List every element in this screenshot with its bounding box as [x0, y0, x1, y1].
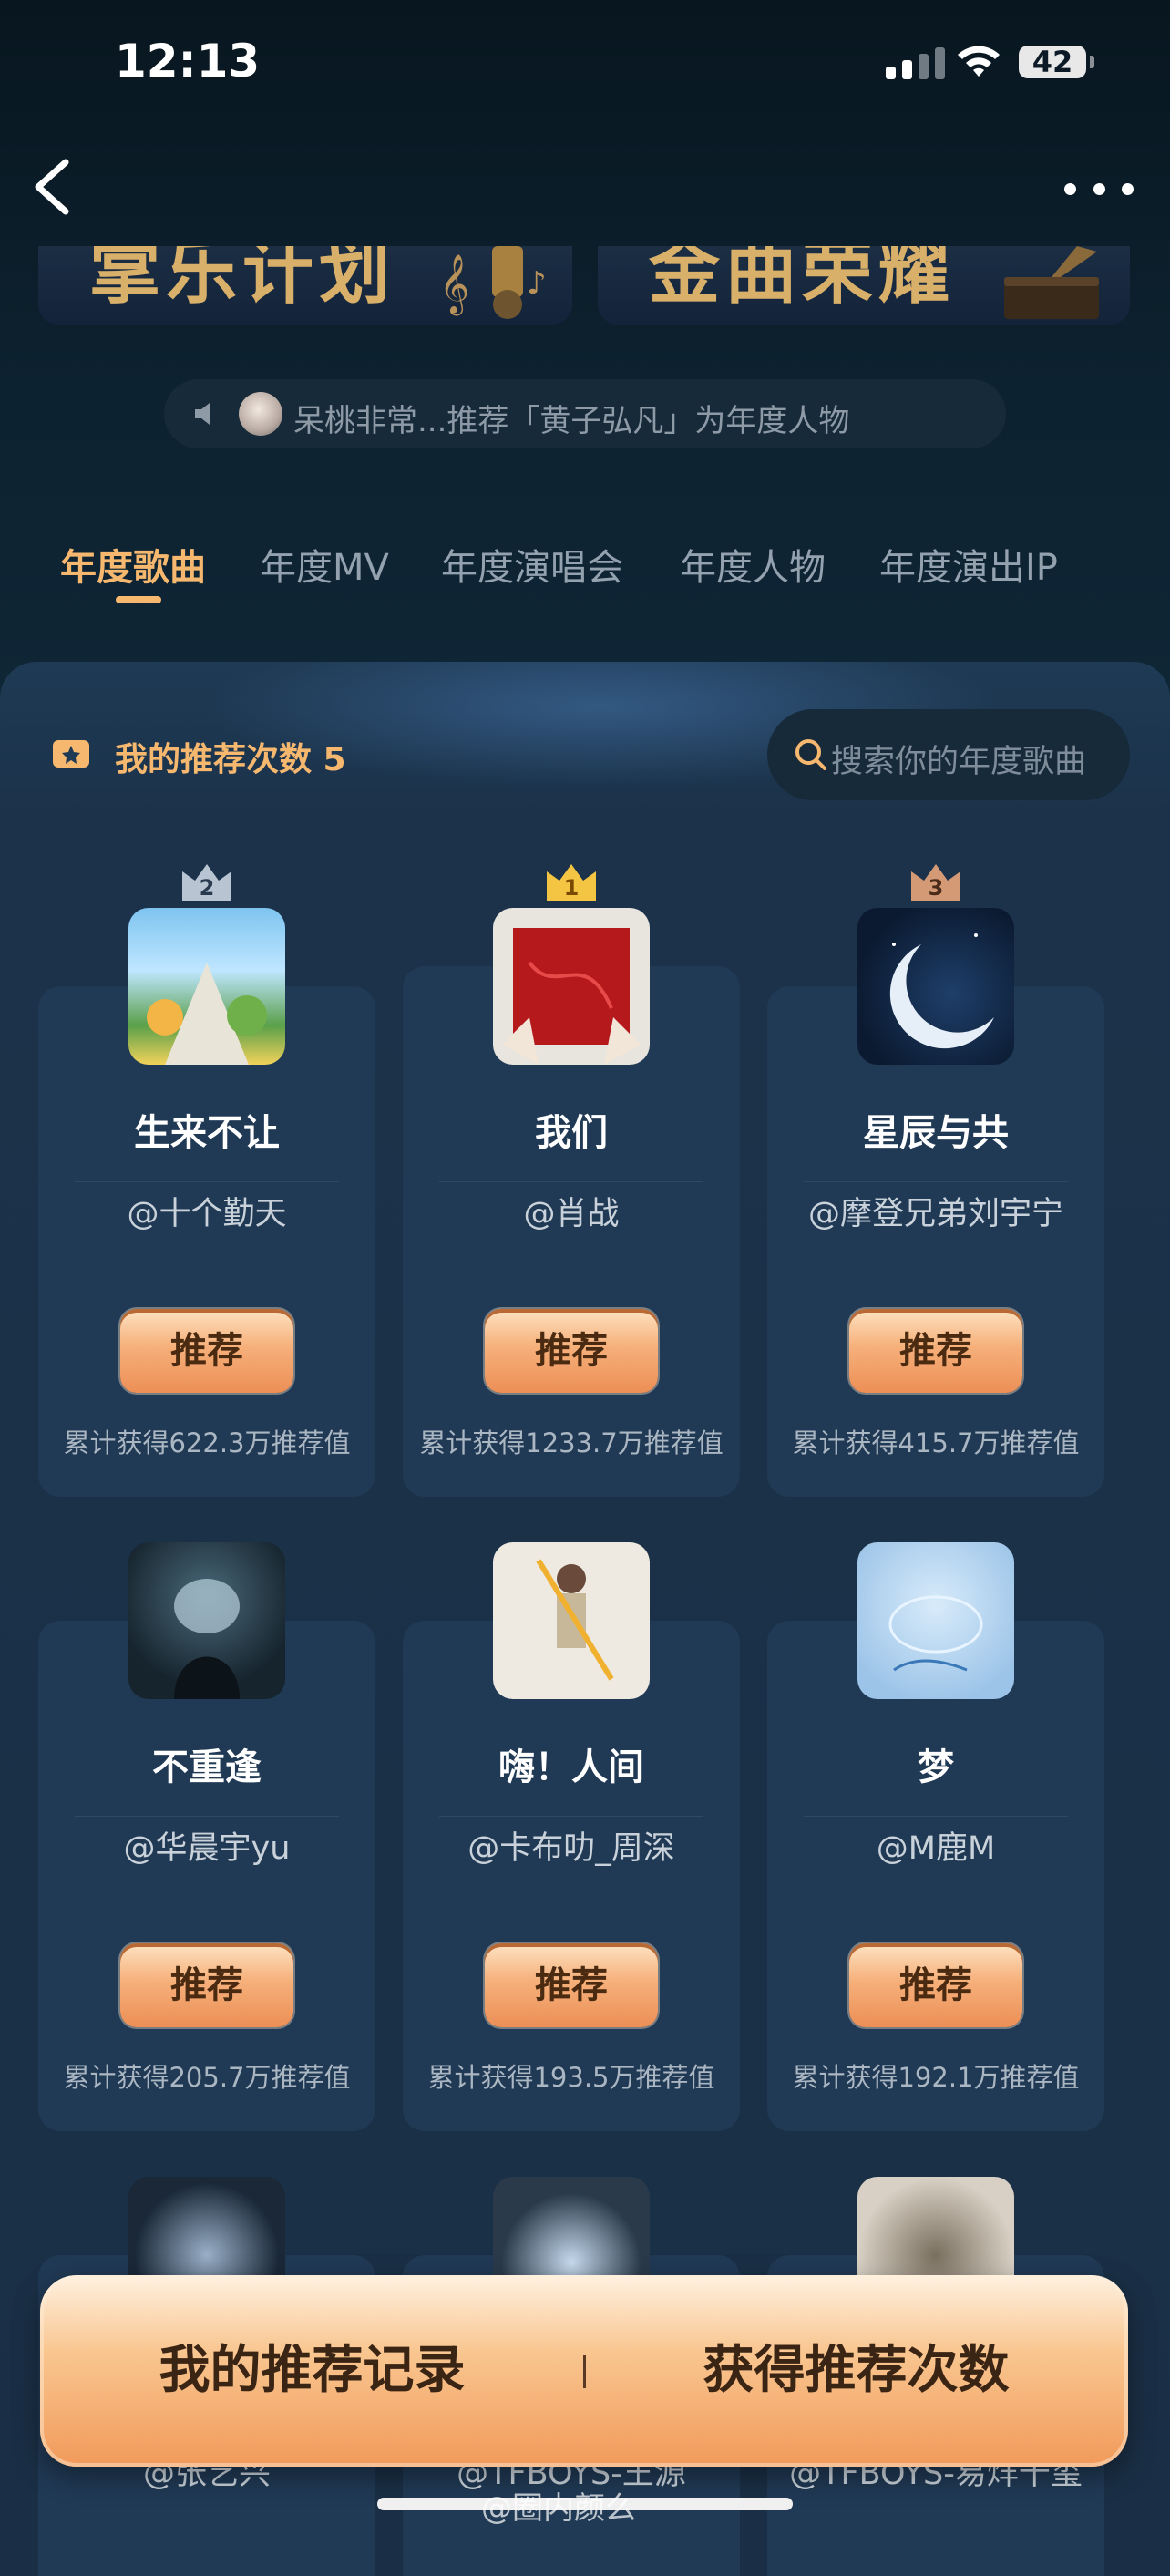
banner-title: 掌乐计划: [89, 246, 396, 314]
album-cover-shenglai[interactable]: [128, 908, 285, 1065]
album-cover-meng[interactable]: [857, 1542, 1014, 1699]
recommend-button[interactable]: 推荐: [849, 1943, 1022, 2027]
song-title: 生来不让: [134, 1112, 280, 1154]
my-recommend-records-button[interactable]: 我的推荐记录: [40, 2275, 584, 2467]
cover-art: [147, 963, 267, 1065]
album-cover-women[interactable]: [493, 908, 650, 1065]
song-artist: @卡布叻_周深: [467, 1830, 675, 1867]
rank-2-crown-icon: 2: [182, 864, 231, 901]
search-input[interactable]: 搜索你的年度歌曲: [767, 709, 1130, 800]
promo-banner-right[interactable]: 金曲荣耀: [598, 246, 1130, 325]
tab-annual-mv[interactable]: 年度MV: [260, 538, 389, 591]
recommend-count: 我的推荐次数 5: [115, 741, 346, 778]
back-arrow-icon[interactable]: [26, 155, 80, 219]
song-artist: @华晨宇yu: [123, 1830, 291, 1867]
bottom-action-bar: 我的推荐记录 获得推荐次数: [40, 2275, 1128, 2467]
cover-art: [502, 928, 641, 1065]
svg-text:𝄞: 𝄞: [439, 254, 469, 315]
ticker-text: 呆桃非常...推荐「黄子弘凡」为年度人物: [293, 403, 850, 439]
recommend-stat: 累计获得192.1万推荐值: [792, 2062, 1080, 2093]
recommend-button[interactable]: 推荐: [849, 1309, 1022, 1393]
recommend-button[interactable]: 推荐: [485, 1943, 658, 2027]
rank-number: 2: [200, 875, 215, 901]
get-recommend-count-button[interactable]: 获得推荐次数: [584, 2275, 1128, 2467]
battery-icon: 42: [1019, 46, 1086, 78]
recommend-stat: 累计获得622.3万推荐值: [63, 1427, 351, 1458]
cover-art: [888, 1595, 983, 1672]
recommend-button[interactable]: 推荐: [120, 1309, 293, 1393]
song-artist: @摩登兄弟刘宇宁: [807, 1196, 1063, 1232]
gramophone-icon: [1004, 246, 1099, 319]
avatar: [239, 392, 282, 436]
wifi-icon: [958, 46, 1000, 77]
status-time: 12:13: [115, 35, 261, 88]
recommend-stat: 累计获得205.7万推荐值: [63, 2062, 351, 2093]
song-artist: @十个勤天: [127, 1196, 287, 1232]
song-artist: @M鹿M: [876, 1830, 996, 1867]
svg-text:♪: ♪: [527, 265, 547, 302]
album-cover-buchongfeng[interactable]: [128, 1542, 285, 1699]
song-title: 我们: [535, 1112, 608, 1154]
song-title: 星辰与共: [863, 1112, 1009, 1154]
divider: [804, 1816, 1068, 1817]
tab-annual-person[interactable]: 年度人物: [680, 538, 826, 591]
speaker-icon: [195, 403, 210, 425]
album-cover-xingchen[interactable]: [857, 908, 1014, 1065]
divider: [804, 1181, 1068, 1182]
active-tab-indicator: [116, 596, 161, 603]
cover-art: [889, 933, 994, 1049]
search-placeholder: 搜索你的年度歌曲: [831, 744, 1087, 780]
song-title: 嗨！人间: [498, 1747, 644, 1788]
recommend-stat: 累计获得193.5万推荐值: [427, 2062, 715, 2093]
divider: [75, 1181, 339, 1182]
promo-banner-left[interactable]: 掌乐计划 𝄞 ♪: [38, 246, 572, 325]
recommend-button[interactable]: 推荐: [120, 1943, 293, 2027]
cellular-signal-icon: [886, 47, 945, 79]
recommend-button[interactable]: 推荐: [485, 1309, 658, 1393]
album-cover-hai-renjian[interactable]: [493, 1542, 650, 1699]
divider: [439, 1816, 703, 1817]
recommend-stat: 累计获得415.7万推荐值: [792, 1427, 1080, 1458]
divider: [75, 1816, 339, 1817]
category-tabs: 年度歌曲 年度MV 年度演唱会 年度人物 年度演出IP: [0, 538, 1170, 592]
header-background: [0, 0, 1170, 711]
tab-annual-song[interactable]: 年度歌曲: [60, 538, 206, 591]
recommendation-ticker: 呆桃非常...推荐「黄子弘凡」为年度人物: [164, 379, 1006, 448]
song-title: 不重逢: [152, 1747, 262, 1788]
rank-1-crown-icon: 1: [547, 864, 596, 901]
battery-tip: [1090, 56, 1094, 68]
more-options-icon[interactable]: [1064, 177, 1134, 201]
rank-3-crown-icon: 3: [911, 864, 960, 901]
tab-annual-show-ip[interactable]: 年度演出IP: [879, 538, 1058, 591]
song-artist: @肖战: [523, 1196, 620, 1232]
search-icon: [795, 739, 826, 770]
cover-art: [174, 1579, 240, 1699]
rank-number: 3: [929, 875, 944, 901]
divider: [439, 1181, 703, 1182]
watermark: @圈内颜么: [481, 2490, 636, 2527]
song-title: 梦: [918, 1747, 954, 1788]
recommend-stat: 累计获得1233.7万推荐值: [419, 1427, 724, 1458]
ticket-icon: [53, 740, 89, 768]
banner-title: 金曲荣耀: [649, 246, 956, 314]
tab-annual-concert[interactable]: 年度演唱会: [441, 538, 623, 591]
music-trophy-icon: 𝄞 ♪: [439, 246, 547, 319]
rank-number: 1: [564, 875, 580, 901]
cover-art: [536, 1559, 614, 1681]
